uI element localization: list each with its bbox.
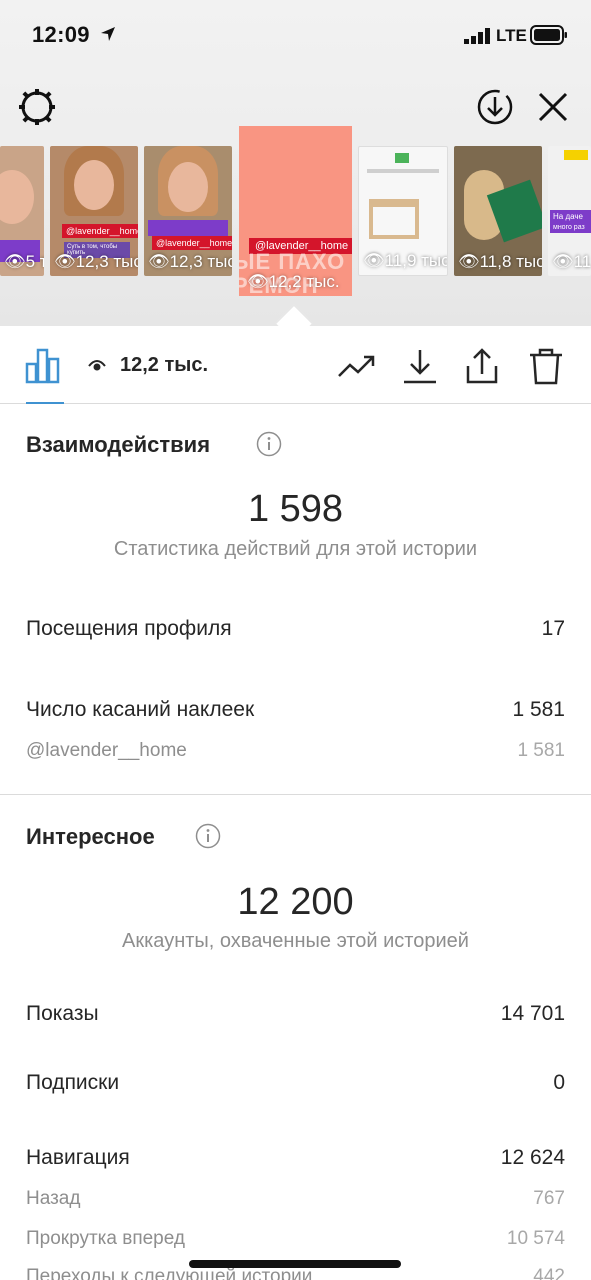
sticker-taps-value: 1 581 <box>512 698 565 721</box>
thumbnail-note: много раз <box>550 222 591 233</box>
story-thumbnail[interactable]: @lavender__home 👁︎12,3 тыс <box>144 146 232 276</box>
interactions-title: Взаимодействия <box>26 432 211 457</box>
reach-caption: Аккаунты, охваченные этой историей <box>122 930 469 952</box>
thumbnail-views: 👁︎11 <box>552 252 591 271</box>
thumbnail-views: 👁︎12,3 тыс <box>148 252 232 271</box>
impressions-label: Показы <box>26 1002 99 1025</box>
follows-value: 0 <box>553 1071 565 1094</box>
save-download-icon[interactable] <box>476 88 514 126</box>
mention-sticker-label: @lavender__home <box>26 740 187 761</box>
next-story-label: Переходы к следующей истории <box>26 1266 313 1280</box>
interactions-caption: Статистика действий для этой истории <box>113 538 478 560</box>
profile-visits-label: Посещения профиля <box>26 617 232 640</box>
back-value: 767 <box>533 1188 565 1209</box>
info-icon[interactable] <box>195 823 221 849</box>
impressions-value: 14 701 <box>500 1002 565 1025</box>
thumbnail-views: 👁︎11,8 тыс <box>458 252 542 271</box>
promote-trend-icon[interactable] <box>336 346 376 386</box>
forward-label: Прокрутка вперед <box>26 1228 185 1249</box>
section-divider <box>0 794 591 795</box>
interactions-total: 1 598 <box>247 488 344 530</box>
info-icon[interactable] <box>256 431 282 457</box>
story-preview-area: 12:09 LTE 👁︎5 т @lavender__home Суть в т… <box>0 0 591 328</box>
status-time: 12:09 <box>32 22 90 47</box>
download-icon[interactable] <box>400 346 440 386</box>
network-type: LTE <box>496 26 527 45</box>
navigation-value: 12 624 <box>500 1146 565 1169</box>
delete-trash-icon[interactable] <box>526 346 566 386</box>
forward-value: 10 574 <box>506 1228 565 1249</box>
status-bar: 12:09 LTE <box>0 0 591 72</box>
mention-sticker-value: 1 581 <box>517 740 565 761</box>
active-tab-indicator <box>26 402 64 404</box>
settings-gear-icon[interactable] <box>16 86 58 128</box>
selected-story-thumbnail[interactable]: @lavender__home ЫЕ ПАХО РЕМОН 👁︎12,2 тыс… <box>239 126 352 296</box>
insights-panel: 12,2 тыс. Взаимодействия 1 598 Статистик… <box>0 326 591 1280</box>
back-label: Назад <box>26 1188 81 1209</box>
story-thumbnail[interactable]: @lavender__home Суть в том, чтобы купить… <box>50 146 138 276</box>
story-thumbnail[interactable]: На даче много раз 👁︎11 <box>548 146 591 276</box>
share-icon[interactable] <box>462 346 502 386</box>
eye-icon <box>88 360 106 371</box>
story-views-count[interactable]: 12,2 тыс. <box>120 354 208 377</box>
location-arrow-icon <box>101 27 115 41</box>
discovery-title: Интересное <box>26 824 155 849</box>
story-thumbnail[interactable]: 👁︎5 тыс <box>0 146 44 276</box>
selected-story-views: 👁︎12,2 тыс. <box>247 272 340 291</box>
insights-toolbar: 12,2 тыс. <box>0 326 591 404</box>
cellular-signal-icon <box>464 28 490 44</box>
thumbnail-mention: @lavender__home <box>152 236 232 250</box>
close-icon[interactable] <box>536 90 570 124</box>
next-story-value: 442 <box>533 1266 565 1280</box>
profile-visits-value: 17 <box>541 617 565 640</box>
reach-total: 12 200 <box>237 881 354 923</box>
story-thumbnail[interactable]: 👁︎11,9 тыс <box>358 146 448 276</box>
thumbnail-views: 👁︎11,9 тыс <box>363 251 448 270</box>
thumbnail-mention: @lavender__home <box>62 224 138 238</box>
thumbnail-views: 👁︎12,3 тыс <box>54 252 138 271</box>
story-thumbnail[interactable]: 👁︎11,8 тыс <box>454 146 542 276</box>
insights-chart-icon[interactable] <box>24 346 64 386</box>
home-indicator[interactable] <box>189 1260 401 1268</box>
battery-icon <box>530 25 567 45</box>
follows-label: Подписки <box>26 1071 120 1094</box>
navigation-label: Навигация <box>26 1146 130 1169</box>
sticker-taps-label: Число касаний наклеек <box>26 698 255 721</box>
thumbnail-views: 👁︎5 тыс <box>4 252 44 271</box>
